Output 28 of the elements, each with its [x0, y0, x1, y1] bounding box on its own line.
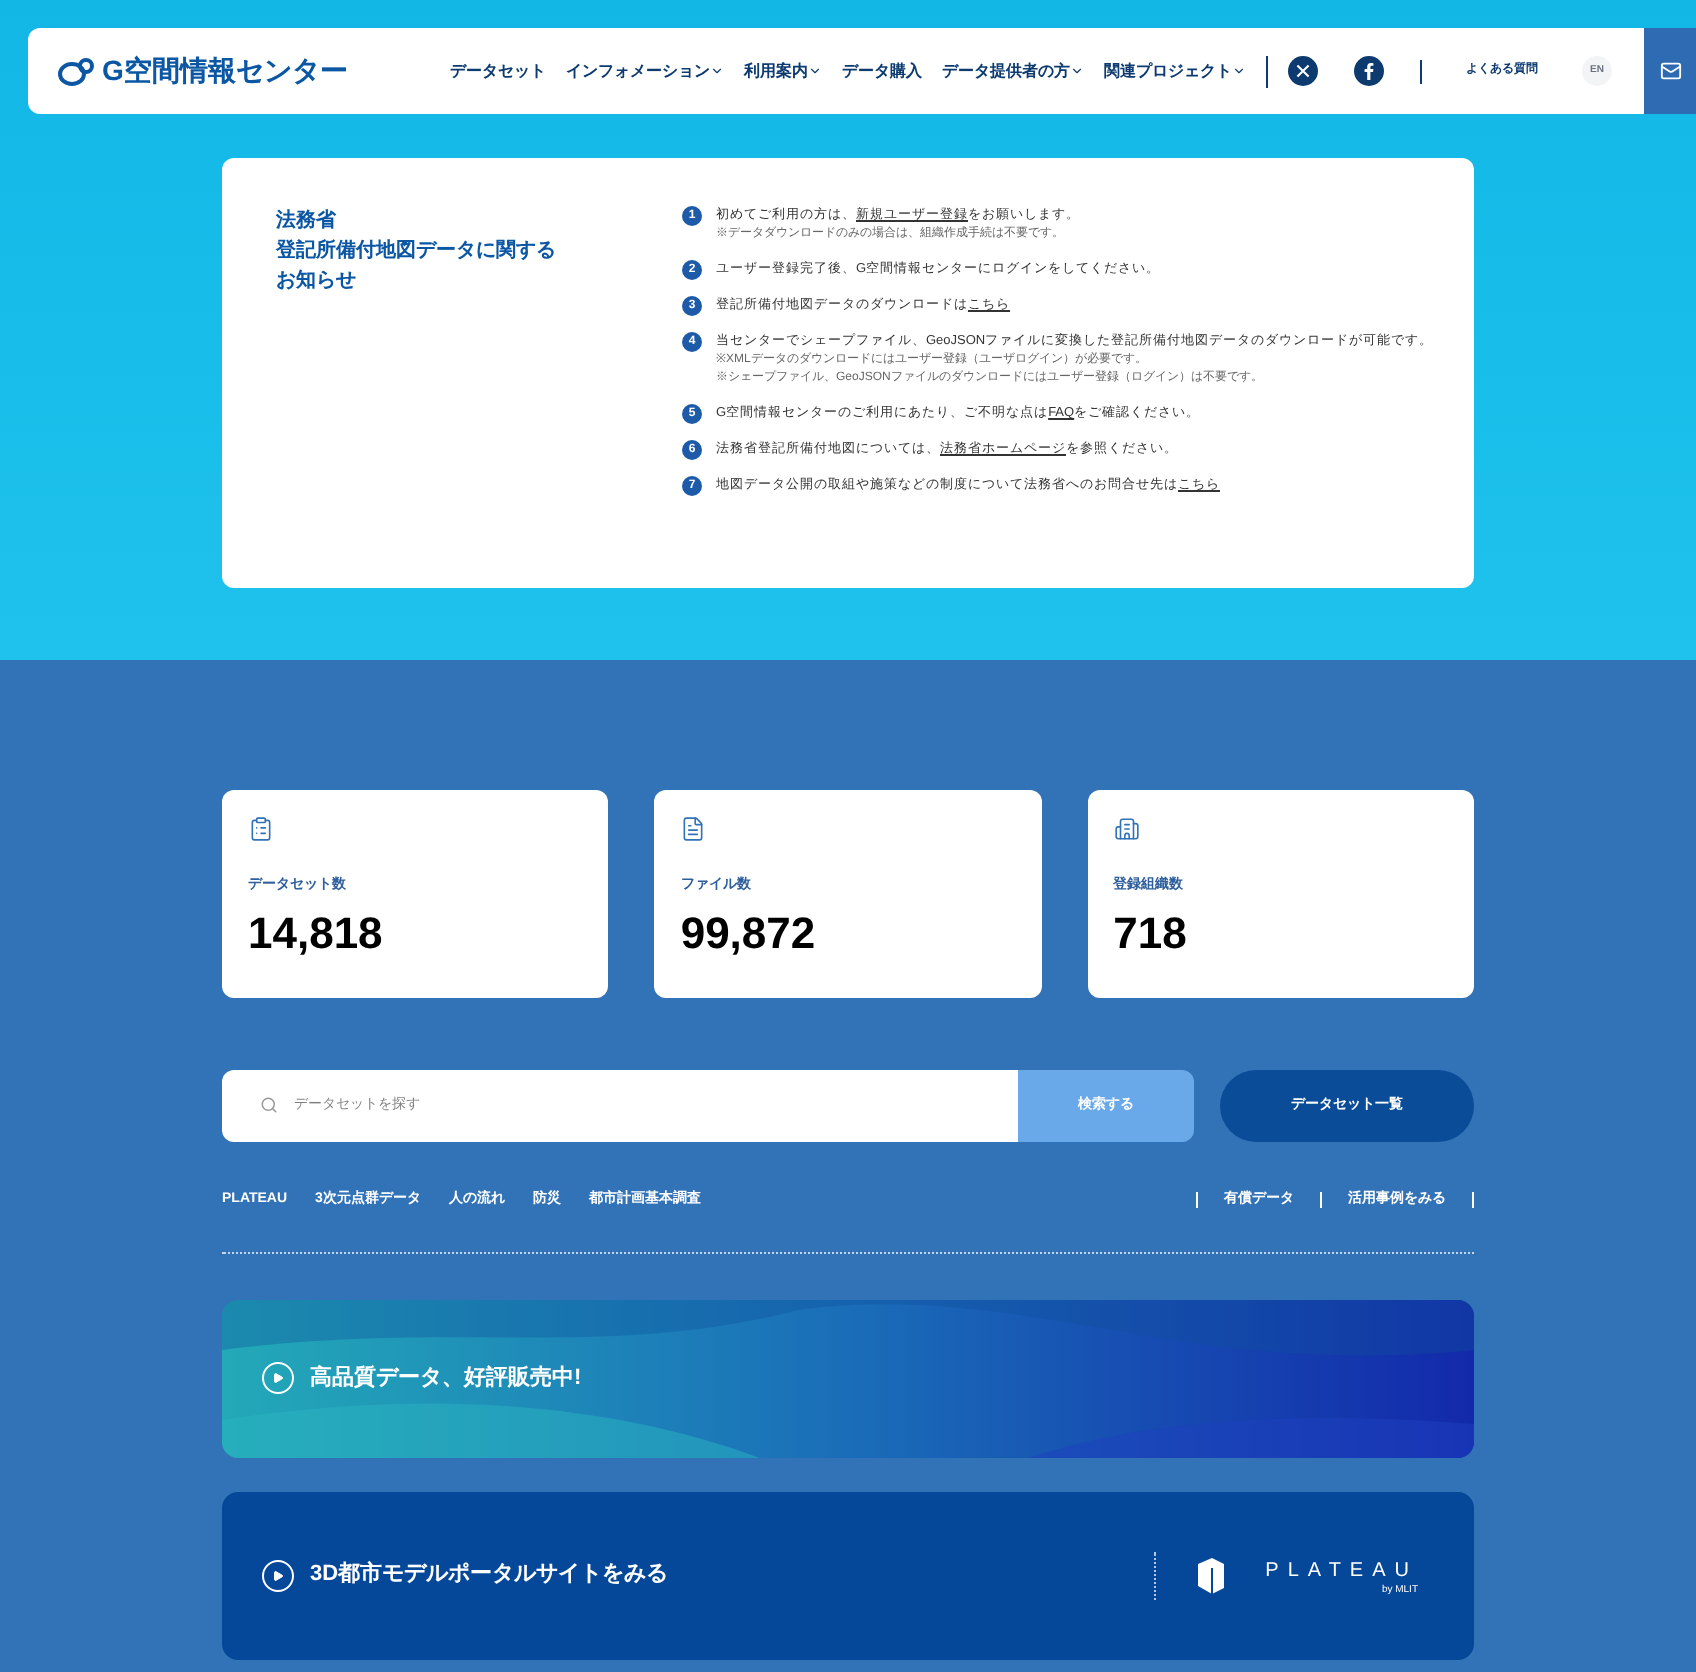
nav-link[interactable]: データセット [450, 59, 546, 83]
building-icon [1113, 816, 1140, 842]
nav-link[interactable]: 利用案内 [744, 59, 808, 83]
cube-logo-icon [1195, 1555, 1226, 1595]
stat-value: 14,818 [248, 911, 385, 955]
clipboard-icon [248, 816, 274, 842]
notice-title: お知らせ [276, 267, 356, 296]
stat-value: 99,872 [680, 911, 818, 955]
logo-icon [58, 57, 94, 85]
nav-link[interactable]: 関連プロジェクト [1104, 59, 1232, 83]
plateau-logo-text: PLATEAU [1265, 1557, 1418, 1585]
nav-link[interactable]: データ提供者の方 [942, 59, 1070, 83]
mail-icon [1659, 60, 1681, 82]
play-icon [262, 1362, 294, 1394]
x-icon[interactable] [1288, 56, 1318, 86]
notice-title: 法務省 [276, 207, 336, 236]
banner-title: 3D都市モデルポータルサイトをみる [310, 1559, 669, 1591]
nav-link[interactable]: インフォメーション [566, 59, 710, 83]
notice-title: 登記所備付地図データに関する [276, 237, 556, 266]
file-icon [680, 816, 707, 842]
contact-button[interactable] [1644, 28, 1696, 114]
play-icon [262, 1559, 294, 1591]
banner-title: 高品質データ、好評販売中! [310, 1363, 582, 1394]
site-logo[interactable]: G空間情報センター [102, 50, 348, 92]
nav-link[interactable]: データ購入 [842, 59, 922, 83]
facebook-icon[interactable] [1354, 56, 1384, 86]
stat-value: 718 [1113, 911, 1189, 955]
search-icon [260, 1096, 278, 1114]
